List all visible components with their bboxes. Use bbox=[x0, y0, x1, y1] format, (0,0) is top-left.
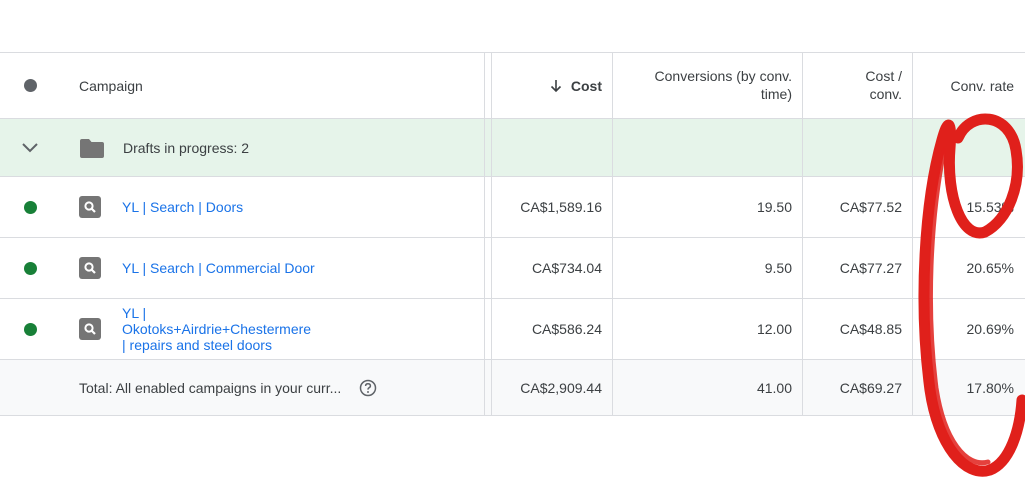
campaign-cell: YL | Search | Commercial Door bbox=[79, 238, 484, 298]
conversions-column-header[interactable]: Conversions (by conv. time) bbox=[612, 53, 802, 118]
cost-per-conv-cell: CA$77.52 bbox=[839, 199, 902, 215]
column-divider[interactable] bbox=[484, 53, 492, 118]
search-campaign-icon bbox=[79, 257, 101, 279]
conv-rate-cell: 15.53% bbox=[966, 199, 1014, 215]
conv-rate-cell: 20.65% bbox=[966, 260, 1014, 276]
cost-per-conv-cell: CA$77.27 bbox=[839, 260, 902, 276]
conv-rate-cell: 20.69% bbox=[966, 321, 1014, 337]
total-label-cell: Total: All enabled campaigns in your cur… bbox=[79, 360, 484, 415]
column-divider bbox=[484, 177, 492, 237]
folder-icon bbox=[79, 137, 105, 159]
table-row[interactable]: YL | Search | Commercial Door CA$734.04 … bbox=[0, 238, 1025, 299]
table-header: Campaign Cost Conversions (by conv. time… bbox=[0, 53, 1025, 119]
campaign-link[interactable]: YL | Okotoks+Airdrie+Chestermere | repai… bbox=[122, 305, 311, 353]
table-row[interactable]: YL | Search | Doors CA$1,589.16 19.50 CA… bbox=[0, 177, 1025, 238]
status-column-header[interactable] bbox=[0, 53, 60, 118]
column-divider bbox=[484, 299, 492, 359]
drafts-row[interactable]: Drafts in progress: 2 bbox=[0, 119, 1025, 177]
status-cell[interactable] bbox=[0, 238, 60, 298]
conversions-cell: 19.50 bbox=[756, 199, 792, 215]
status-cell[interactable] bbox=[0, 299, 60, 359]
enabled-status-icon[interactable] bbox=[23, 261, 37, 275]
cost-cell: CA$586.24 bbox=[531, 321, 602, 337]
campaign-link[interactable]: YL | Search | Doors bbox=[122, 199, 243, 215]
status-cell[interactable] bbox=[0, 177, 60, 237]
chevron-down-icon[interactable] bbox=[21, 142, 39, 154]
conversions-cell: 9.50 bbox=[764, 260, 792, 276]
cost-per-conv-cell: CA$48.85 bbox=[839, 321, 902, 337]
cost-cell: CA$734.04 bbox=[531, 260, 602, 276]
help-circle-icon[interactable] bbox=[359, 379, 377, 397]
status-dot-icon bbox=[23, 79, 37, 92]
expand-toggle[interactable] bbox=[0, 119, 60, 176]
conversions-cell: 12.00 bbox=[756, 321, 792, 337]
campaign-link[interactable]: YL | Search | Commercial Door bbox=[122, 260, 315, 276]
column-divider bbox=[484, 360, 492, 415]
conv-rate-column-header[interactable]: Conv. rate bbox=[912, 53, 1025, 118]
total-label: Total: All enabled campaigns in your cur… bbox=[79, 379, 342, 396]
column-divider bbox=[484, 119, 492, 176]
enabled-status-icon[interactable] bbox=[23, 200, 37, 214]
campaign-cell: YL | Search | Doors bbox=[79, 177, 484, 237]
total-cost-per-conv-cell: CA$69.27 bbox=[839, 379, 902, 396]
cost-per-conv-column-header[interactable]: Cost / conv. bbox=[802, 53, 912, 118]
campaign-table: Campaign Cost Conversions (by conv. time… bbox=[0, 52, 1025, 416]
total-row: Total: All enabled campaigns in your cur… bbox=[0, 360, 1025, 416]
cost-column-header[interactable]: Cost bbox=[492, 53, 612, 118]
drafts-label: Drafts in progress: 2 bbox=[123, 139, 250, 156]
total-cost-cell: CA$2,909.44 bbox=[520, 379, 602, 396]
enabled-status-icon[interactable] bbox=[23, 322, 37, 336]
cost-cell: CA$1,589.16 bbox=[520, 199, 602, 215]
arrow-down-icon bbox=[549, 79, 563, 93]
table-row[interactable]: YL | Okotoks+Airdrie+Chestermere | repai… bbox=[0, 299, 1025, 360]
drafts-cell: Drafts in progress: 2 bbox=[79, 119, 484, 176]
campaign-column-header[interactable]: Campaign bbox=[79, 53, 484, 118]
search-campaign-icon bbox=[79, 196, 101, 218]
column-divider bbox=[484, 238, 492, 298]
total-conversions-cell: 41.00 bbox=[756, 379, 792, 396]
search-campaign-icon bbox=[79, 318, 101, 340]
campaign-cell: YL | Okotoks+Airdrie+Chestermere | repai… bbox=[79, 299, 484, 359]
total-conv-rate-cell: 17.80% bbox=[966, 379, 1014, 396]
